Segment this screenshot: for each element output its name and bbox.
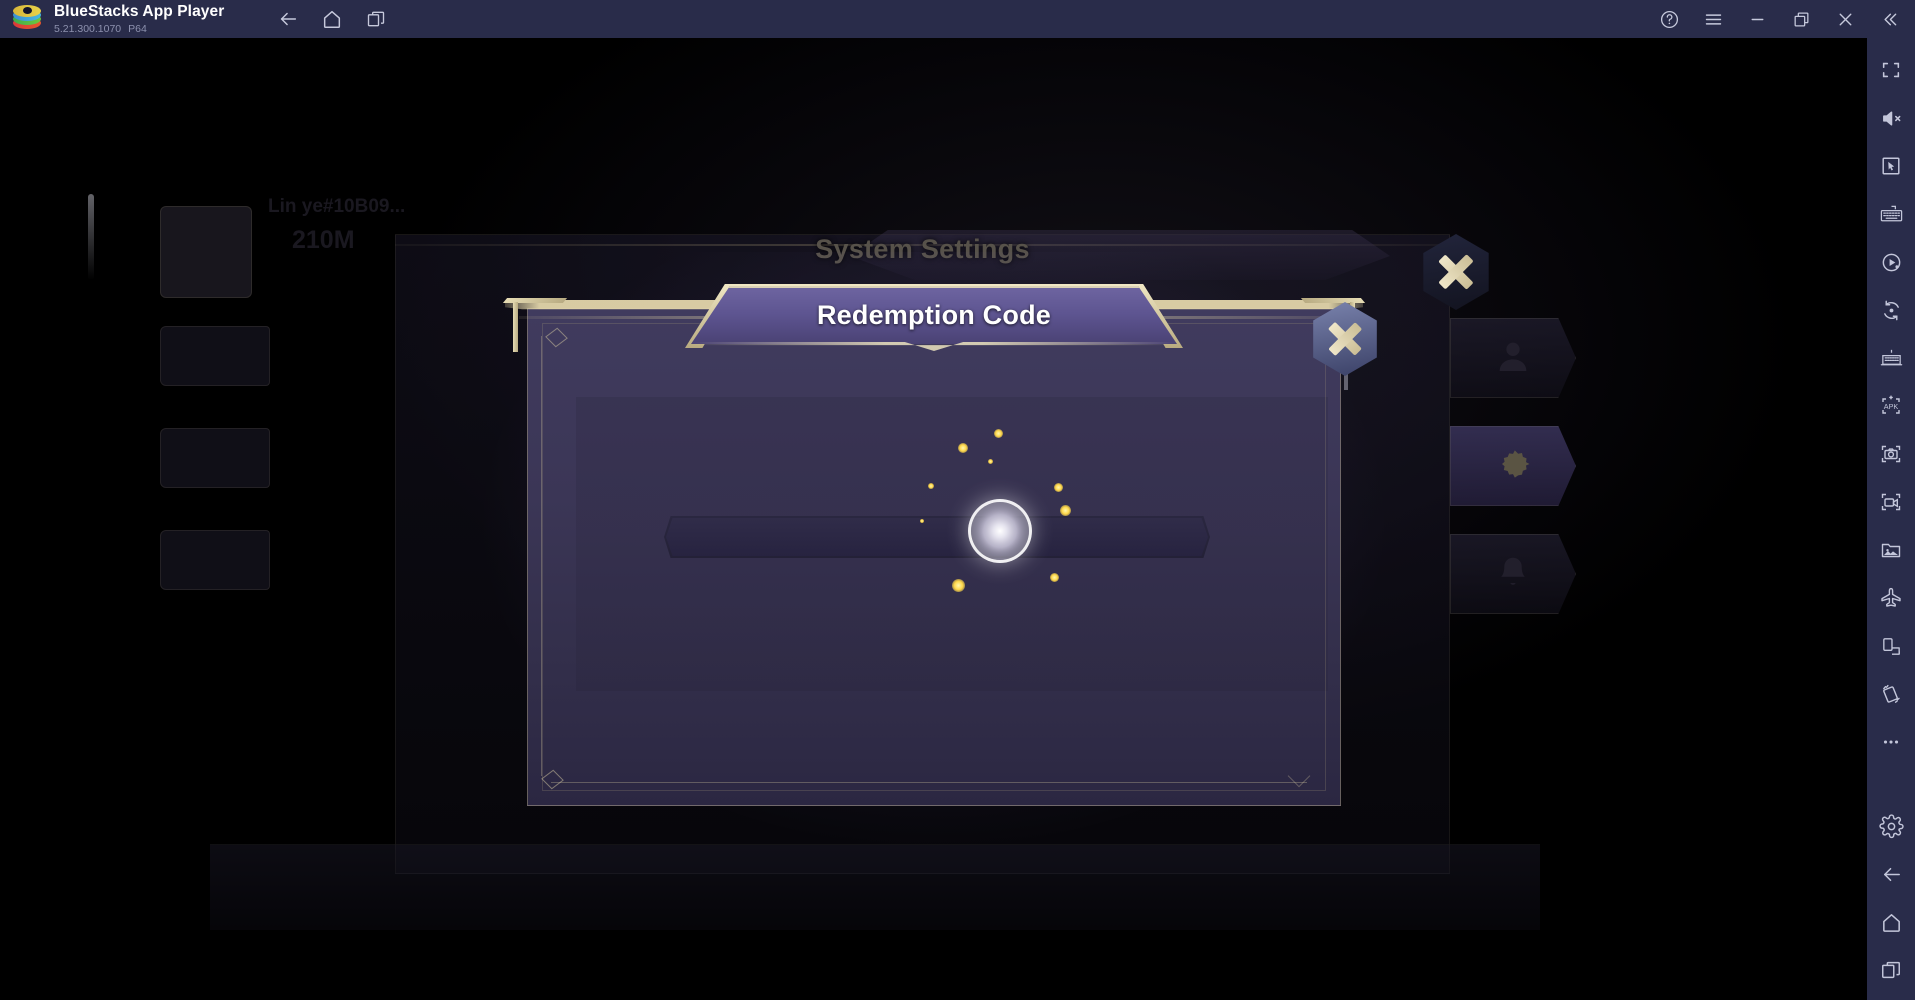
record-screen-button[interactable] <box>1867 478 1915 526</box>
background-left-item-1[interactable] <box>160 326 270 386</box>
background-left-item-3[interactable] <box>160 530 270 590</box>
maximize-button[interactable] <box>1779 0 1823 38</box>
collapse-sidebar-button[interactable] <box>1867 0 1911 38</box>
macro-recorder-button[interactable] <box>1867 238 1915 286</box>
keyboard-controls-button[interactable] <box>1867 190 1915 238</box>
app-window: BlueStacks App Player 5.21.300.1070 P64 <box>0 0 1915 1000</box>
mute-button[interactable] <box>1867 94 1915 142</box>
redemption-code-input-value <box>684 516 1190 558</box>
spark-particle <box>952 579 965 592</box>
game-viewport[interactable]: System Settings Lin ye#10B09... 210M Red… <box>0 38 1867 1000</box>
dialog-title: Redemption Code <box>816 299 1051 330</box>
dialog-actions: Cancel Confirm <box>0 706 1867 776</box>
redemption-code-input[interactable] <box>664 516 1210 558</box>
background-settings-title: System Settings <box>815 234 1030 264</box>
background-left-item-2[interactable] <box>160 428 270 488</box>
close-button[interactable] <box>1823 0 1867 38</box>
home-button[interactable] <box>310 0 354 38</box>
rotate-screen-button[interactable] <box>1867 622 1915 670</box>
more-options-button[interactable] <box>1867 718 1915 766</box>
dialog-inner-line-bottom <box>551 782 1307 783</box>
android-back-button[interactable] <box>1867 850 1915 898</box>
background-left-rail <box>88 194 94 280</box>
app-build: P64 <box>128 22 147 35</box>
loading-orb-icon <box>968 499 1032 563</box>
close-x-hex-icon <box>1313 302 1377 376</box>
airplane-mode-button[interactable] <box>1867 574 1915 622</box>
shake-device-button[interactable] <box>1867 670 1915 718</box>
sidebar-top-group: APK <box>1867 46 1915 766</box>
dialog-close-button[interactable] <box>1308 302 1382 390</box>
spark-particle <box>1050 573 1059 582</box>
titlebar-controls-group <box>1647 0 1911 38</box>
bluestacks-sidebar: APK <box>1867 38 1915 1000</box>
background-bottom-nav <box>210 844 1540 930</box>
app-title: BlueStacks App Player <box>54 3 225 20</box>
spark-particle <box>920 519 924 523</box>
svg-text:APK: APK <box>1884 402 1899 411</box>
background-resource-amount: 210M <box>292 226 355 254</box>
spark-particle <box>928 483 934 489</box>
bluestacks-logo-icon <box>10 4 44 34</box>
eco-mode-button[interactable] <box>1867 334 1915 382</box>
person-icon <box>1493 336 1533 381</box>
bell-icon <box>1494 553 1532 596</box>
titlebar: BlueStacks App Player 5.21.300.1070 P64 <box>0 0 1915 38</box>
help-button[interactable] <box>1647 0 1691 38</box>
gear-icon <box>1491 442 1535 491</box>
app-version: 5.21.300.1070 <box>54 22 122 35</box>
background-player-avatar[interactable] <box>160 206 252 298</box>
titlebar-nav-group <box>266 0 398 38</box>
media-manager-button[interactable] <box>1867 526 1915 574</box>
android-home-button[interactable] <box>1867 898 1915 946</box>
install-apk-button[interactable]: APK <box>1867 382 1915 430</box>
background-settings-button[interactable] <box>1450 426 1576 506</box>
sidebar-settings-button[interactable] <box>1867 802 1915 850</box>
background-settings-close-button[interactable] <box>1418 234 1494 310</box>
app-title-block: BlueStacks App Player 5.21.300.1070 P64 <box>54 4 224 34</box>
multi-instance-sync-button[interactable] <box>1867 286 1915 334</box>
background-player-name: Lin ye#10B09... <box>268 196 406 217</box>
spark-particle <box>994 429 1003 438</box>
sidebar-bottom-group <box>1867 802 1915 994</box>
spark-particle <box>988 459 993 464</box>
multi-instance-button[interactable] <box>354 0 398 38</box>
menu-button[interactable] <box>1691 0 1735 38</box>
back-button[interactable] <box>266 0 310 38</box>
fullscreen-button[interactable] <box>1867 46 1915 94</box>
app-version-line: 5.21.300.1070 P64 <box>54 22 224 35</box>
background-notifications-button[interactable] <box>1450 534 1576 614</box>
spark-particle <box>958 443 968 453</box>
spark-particle <box>1054 483 1063 492</box>
background-profile-button[interactable] <box>1450 318 1576 398</box>
minimize-button[interactable] <box>1735 0 1779 38</box>
spark-particle <box>1060 505 1071 516</box>
screenshot-button[interactable] <box>1867 430 1915 478</box>
game-controls-button[interactable] <box>1867 142 1915 190</box>
android-recents-button[interactable] <box>1867 946 1915 994</box>
